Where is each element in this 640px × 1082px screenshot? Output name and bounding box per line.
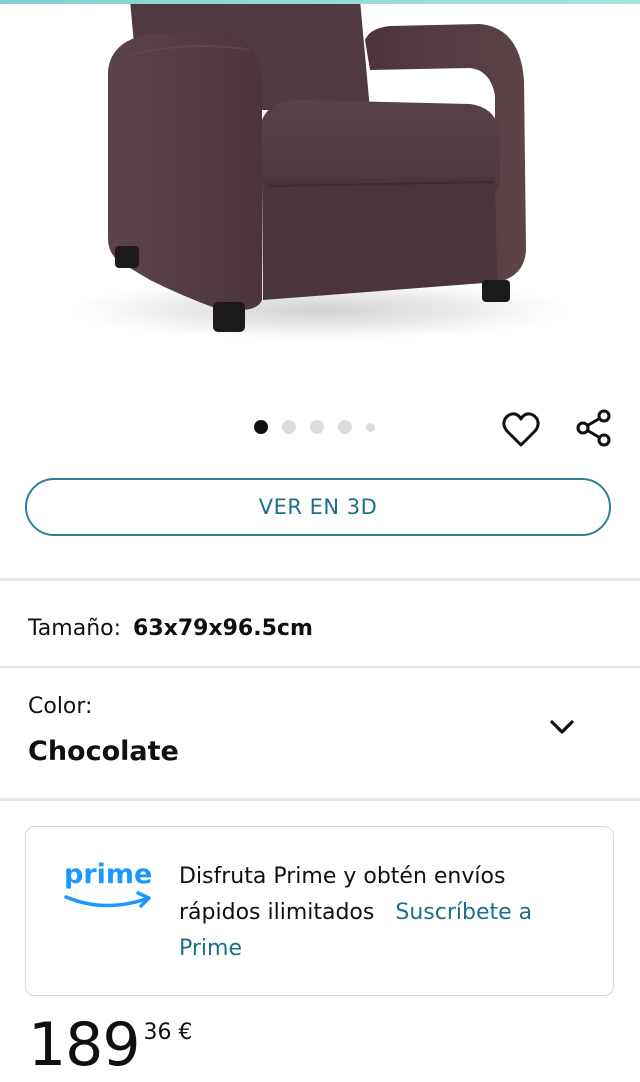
price: 189 36 €	[28, 1010, 193, 1080]
carousel-dot[interactable]	[282, 420, 296, 434]
share-icon	[576, 409, 611, 447]
product-image-carousel[interactable]	[0, 0, 640, 400]
size-label: Tamaño:	[28, 615, 122, 641]
size-row: Tamaño: 63x79x96.5cm	[28, 611, 313, 645]
carousel-dot[interactable]	[338, 420, 352, 434]
color-label: Color:	[28, 694, 93, 719]
view-3d-label: VER EN 3D	[258, 495, 378, 519]
color-value: Chocolate	[28, 736, 179, 767]
price-whole: 189	[28, 1010, 141, 1080]
prime-logo: prime	[64, 859, 152, 908]
wishlist-button[interactable]	[500, 409, 542, 451]
color-selector[interactable]: Color: Chocolate	[28, 690, 618, 780]
section-divider	[0, 666, 640, 668]
prime-logo-text: prime	[64, 859, 152, 890]
carousel-dot[interactable]	[254, 420, 268, 434]
section-divider	[0, 578, 640, 581]
prime-promo-card[interactable]: prime Disfruta Prime y obtén envíos rápi…	[25, 826, 614, 996]
price-currency: €	[178, 1020, 193, 1045]
prime-promo-text: Disfruta Prime y obtén envíos rápidos il…	[179, 859, 589, 967]
price-fraction: 36 €	[143, 1020, 193, 1045]
carousel-dot[interactable]	[366, 422, 375, 432]
heart-icon	[502, 412, 540, 447]
carousel-indicator[interactable]	[254, 420, 375, 434]
product-page: VER EN 3D Tamaño: 63x79x96.5cm Color: Ch…	[0, 0, 640, 1082]
section-divider	[0, 798, 640, 801]
size-value: 63x79x96.5cm	[133, 615, 313, 641]
armchair-image	[70, 0, 570, 340]
carousel-dot[interactable]	[310, 420, 324, 434]
top-accent-bar	[0, 0, 640, 4]
chevron-down-icon[interactable]	[545, 710, 579, 744]
view-3d-button[interactable]: VER EN 3D	[25, 478, 611, 536]
share-button[interactable]	[572, 406, 616, 450]
